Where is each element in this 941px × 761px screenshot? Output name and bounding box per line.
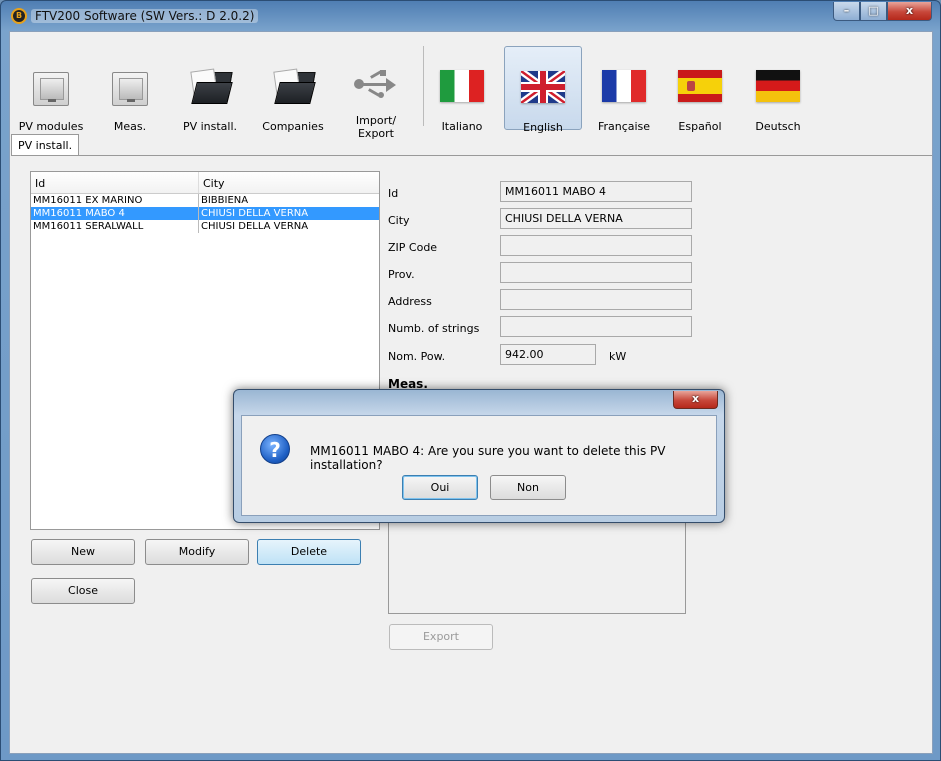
zip-field[interactable] [500, 235, 692, 256]
toolbar-label: Italiano [441, 120, 483, 133]
export-button[interactable]: Export [389, 624, 493, 650]
language-deutsch-button[interactable]: Deutsch [748, 46, 808, 133]
zip-label: ZIP Code [388, 241, 438, 254]
nominal-power-label: Nom. Pow. [388, 350, 446, 363]
toolbar-companies-button[interactable]: Companies [258, 46, 328, 133]
flag-italy-icon [440, 70, 484, 102]
address-field[interactable] [500, 289, 692, 310]
close-window-button[interactable]: x [887, 2, 932, 21]
id-label: Id [388, 187, 399, 200]
language-italiano-button[interactable]: Italiano [432, 46, 492, 133]
folder-icon [188, 68, 233, 106]
language-francaise-button[interactable]: Française [592, 46, 656, 133]
power-unit-label: kW [609, 350, 627, 363]
flag-spain-icon [678, 70, 722, 102]
toolbar-label: Import/ Export [355, 114, 397, 140]
toolbar-meas-button[interactable]: Meas. [100, 46, 160, 133]
close-button[interactable]: Close [31, 578, 135, 604]
toolbar-import-export-button[interactable]: Import/ Export [346, 46, 406, 140]
city-field[interactable]: CHIUSI DELLA VERNA [500, 208, 692, 229]
new-button[interactable]: New [31, 539, 135, 565]
file-cabinet-icon [33, 72, 69, 106]
address-label: Address [388, 295, 432, 308]
language-english-button[interactable]: English [504, 46, 582, 134]
no-button[interactable]: Non [490, 475, 566, 500]
toolbar-label: Française [597, 120, 651, 133]
main-window: B FTV200 Software (SW Vers.: D 2.0.2) – … [0, 0, 941, 761]
yes-button[interactable]: Oui [402, 475, 478, 500]
flag-germany-icon [756, 70, 800, 102]
toolbar-label: PV install. [182, 120, 238, 133]
modify-button[interactable]: Modify [145, 539, 249, 565]
cell-city: CHIUSI DELLA VERNA [201, 221, 309, 232]
toolbar-label: English [523, 121, 563, 134]
toolbar-label: Companies [262, 120, 324, 133]
toolbar-pv-install-button[interactable]: PV install. [178, 46, 242, 133]
cell-id: MM16011 EX MARINO [31, 194, 199, 207]
strings-field[interactable] [500, 316, 692, 337]
city-label: City [388, 214, 410, 227]
language-espanol-button[interactable]: Español [670, 46, 730, 133]
window-title: FTV200 Software (SW Vers.: D 2.0.2) [31, 9, 259, 23]
maximize-button[interactable]: □ [860, 2, 887, 21]
flag-france-icon [602, 70, 646, 102]
nominal-power-field[interactable]: 942.00 [500, 344, 596, 365]
cell-id: MM16011 MABO 4 [31, 207, 199, 220]
toolbar-label: Deutsch [755, 120, 801, 133]
table-row[interactable]: MM16011 SERALWALL CHIUSI DELLA VERNA [31, 220, 379, 233]
toolbar-pv-modules-button[interactable]: PV modules [16, 46, 86, 133]
dialog-body: ? MM16011 MABO 4: Are you sure you want … [241, 415, 717, 516]
usb-icon [354, 70, 398, 98]
window-controls: – □ x [833, 2, 932, 21]
confirm-delete-dialog: x ? MM16011 MABO 4: Are you sure you wan… [233, 389, 725, 523]
app-logo-icon[interactable]: B [11, 8, 27, 24]
prov-field[interactable] [500, 262, 692, 283]
folder-icon [271, 68, 316, 106]
table-header: Id City [31, 172, 379, 194]
dialog-close-button[interactable]: x [673, 391, 718, 409]
column-header-city[interactable]: City [199, 172, 229, 193]
tab-pv-install[interactable]: PV install. [11, 134, 80, 156]
strings-label: Numb. of strings [388, 322, 480, 335]
prov-label: Prov. [388, 268, 415, 281]
question-icon: ? [260, 434, 290, 464]
title-bar[interactable]: B FTV200 Software (SW Vers.: D 2.0.2) – … [1, 1, 940, 31]
toolbar-separator [423, 46, 424, 126]
column-header-id[interactable]: Id [31, 172, 199, 193]
cell-city: CHIUSI DELLA VERNA [201, 208, 309, 219]
cell-city: BIBBIENA [201, 195, 249, 206]
table-row[interactable]: MM16011 EX MARINO BIBBIENA [31, 194, 379, 207]
meas-list-box[interactable] [388, 522, 686, 614]
toolbar: PV modules Meas. PV install. Companies I… [10, 32, 932, 140]
file-cabinet-icon [112, 72, 148, 106]
toolbar-label: PV modules [18, 120, 84, 133]
table-row-selected[interactable]: MM16011 MABO 4 CHIUSI DELLA VERNA [31, 207, 379, 220]
flag-uk-icon [521, 71, 565, 103]
id-field[interactable]: MM16011 MABO 4 [500, 181, 692, 202]
cell-id: MM16011 SERALWALL [31, 220, 199, 233]
dialog-message: MM16011 MABO 4: Are you sure you want to… [310, 444, 666, 472]
delete-button[interactable]: Delete [257, 539, 361, 565]
minimize-button[interactable]: – [833, 2, 860, 21]
toolbar-label: Meas. [113, 120, 147, 133]
toolbar-label: Español [678, 120, 722, 133]
